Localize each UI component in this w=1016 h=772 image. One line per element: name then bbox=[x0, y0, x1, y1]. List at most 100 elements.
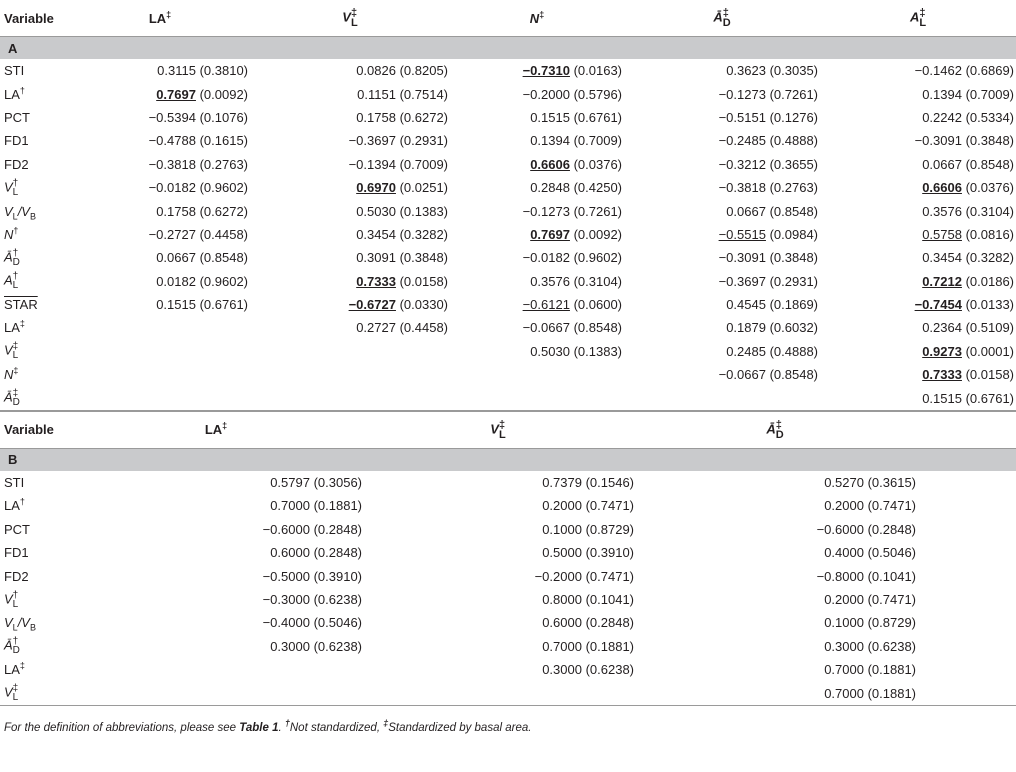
table-cell: 0.0182 (0.9602) bbox=[70, 270, 250, 293]
table-cell: −0.5151 (0.1276) bbox=[624, 106, 820, 129]
row-label-text: LA bbox=[4, 662, 20, 678]
table-cell: −0.5000 (0.3910) bbox=[70, 564, 362, 587]
column-header-scripts: ‡ L bbox=[919, 8, 926, 29]
column-header-sup: ‡ bbox=[166, 9, 172, 20]
row-label-text: V bbox=[4, 179, 13, 195]
cell-coefficient: −0.6121 bbox=[522, 297, 570, 313]
column-header-base: LA bbox=[204, 422, 223, 438]
cell-p-value: (0.3810) bbox=[199, 63, 248, 79]
cell-coefficient: 0.1394 bbox=[922, 86, 962, 102]
cell-coefficient: 0.2000 bbox=[824, 592, 864, 607]
cell-coefficient: −0.6727 bbox=[348, 297, 396, 313]
cell-p-value: (0.5796) bbox=[573, 86, 622, 102]
table-cell: 0.1758 (0.6272) bbox=[70, 199, 250, 222]
table-cell: 0.3000 (0.6238) bbox=[362, 658, 634, 681]
cell-p-value: (0.0158) bbox=[965, 367, 1014, 383]
cell-p-value: (0.5334) bbox=[965, 109, 1014, 125]
row-label-text: N bbox=[4, 367, 14, 383]
cell-coefficient: 0.4545 bbox=[726, 297, 766, 313]
row-label: VL/VB bbox=[0, 199, 70, 222]
cell-p-value: (0.1383) bbox=[399, 203, 448, 219]
table-cell: 0.7000 (0.1881) bbox=[634, 658, 916, 681]
table-row: STAR 0.1515 (0.6761) −0.6727 (0.0330) −0.61… bbox=[0, 293, 1016, 316]
column-header-1: LA‡ bbox=[70, 411, 362, 448]
table-row: Ā ‡ D 0.1515 (0.6761) bbox=[0, 386, 1016, 411]
cell-coefficient: 0.5270 bbox=[824, 475, 864, 491]
cell-p-value: (0.1546) bbox=[585, 475, 634, 491]
table-cell: 0.1879 (0.6032) bbox=[624, 316, 820, 339]
row-label: V † L bbox=[0, 176, 70, 199]
cell-coefficient: 0.3623 bbox=[726, 63, 766, 79]
column-header-sup: ‡ bbox=[222, 421, 228, 432]
cell-spacer bbox=[916, 564, 1016, 587]
table-cell: 0.4545 (0.1869) bbox=[624, 293, 820, 316]
cell-coefficient: 0.5000 bbox=[542, 545, 582, 561]
table-row: A † L 0.0182 (0.9602) 0.7333 (0.0158) 0.3576 … bbox=[0, 270, 1016, 293]
cell-p-value: (0.2848) bbox=[585, 615, 634, 631]
table-row: VL/VB 0.1758 (0.6272) 0.5030 (0.1383) −0.12… bbox=[0, 199, 1016, 222]
cell-coefficient: 0.1758 bbox=[156, 203, 196, 219]
table-cell: 0.8000 (0.1041) bbox=[362, 588, 634, 611]
cell-p-value: (0.2848) bbox=[867, 521, 916, 537]
cell-coefficient: −0.5515 bbox=[718, 226, 766, 242]
column-header-scripts: ‡ D bbox=[723, 8, 731, 29]
row-label-text: STI bbox=[4, 475, 25, 491]
table-cell: 0.3576 (0.3104) bbox=[450, 270, 624, 293]
cell-p-value: (0.2763) bbox=[199, 156, 248, 172]
cell-coefficient: −0.6000 bbox=[816, 521, 864, 537]
cell-p-value: (0.0984) bbox=[769, 226, 818, 242]
cell-p-value: (0.6272) bbox=[199, 203, 248, 219]
table-cell: 0.1151 (0.7514) bbox=[250, 82, 450, 105]
table-cell: 0.3000 (0.6238) bbox=[70, 635, 362, 658]
table-cell: 0.5000 (0.3910) bbox=[362, 541, 634, 564]
cell-coefficient: −0.4000 bbox=[262, 615, 310, 631]
table-cell: 0.5030 (0.1383) bbox=[450, 340, 624, 363]
table-cell: −0.6121 (0.0600) bbox=[450, 293, 624, 316]
row-label-scripts: † D bbox=[13, 637, 20, 656]
cell-coefficient: −0.1462 bbox=[914, 63, 962, 79]
row-label-scripts: † L bbox=[12, 178, 19, 198]
cell-p-value: (0.7471) bbox=[585, 498, 634, 514]
column-header-sup: ‡ bbox=[539, 9, 545, 20]
table-cell: −0.2000 (0.5796) bbox=[450, 82, 624, 105]
column-header-scripts: ‡ L bbox=[498, 419, 506, 441]
table-cell: −0.1273 (0.7261) bbox=[450, 199, 624, 222]
row-label: VL/VB bbox=[0, 611, 70, 634]
table-cell: −0.3697 (0.2931) bbox=[250, 129, 450, 152]
cell-p-value: (0.0816) bbox=[965, 226, 1014, 242]
table-cell: −0.3697 (0.2931) bbox=[624, 270, 820, 293]
column-header-3: Ā ‡ D bbox=[634, 411, 916, 448]
cell-coefficient: 0.7333 bbox=[922, 367, 962, 383]
table-row: Ā † D 0.0667 (0.8548) 0.3091 (0.3848) −0.0182… bbox=[0, 246, 1016, 269]
row-label-sub: L bbox=[12, 186, 19, 198]
row-label-scripts: ‡ D bbox=[13, 389, 20, 408]
cell-spacer bbox=[916, 611, 1016, 634]
cell-p-value: (0.5109) bbox=[965, 320, 1014, 336]
table-cell: −0.7454 (0.0133) bbox=[820, 293, 1016, 316]
table-row: V ‡ L 0.5030 (0.1383) 0.2485 (0.4888) 0.9273 … bbox=[0, 340, 1016, 363]
cell-p-value: (0.5046) bbox=[867, 545, 916, 561]
table-cell: 0.2848 (0.4250) bbox=[450, 176, 624, 199]
cell-p-value: (0.7471) bbox=[867, 592, 916, 607]
column-header-sub: L bbox=[498, 428, 506, 441]
cell-p-value: (0.4888) bbox=[769, 343, 818, 359]
table-row: LA† 0.7000 (0.1881) 0.2000 (0.7471) 0.2000 … bbox=[0, 494, 1016, 517]
cell-p-value: (0.6761) bbox=[199, 297, 248, 313]
table-cell: 0.0667 (0.8548) bbox=[624, 199, 820, 222]
table-cell: 0.2727 (0.4458) bbox=[250, 316, 450, 339]
table-cell: −0.3818 (0.2763) bbox=[624, 176, 820, 199]
cell-coefficient: 0.1151 bbox=[357, 86, 396, 102]
section-row: B bbox=[0, 448, 1016, 471]
cell-coefficient: 0.5030 bbox=[530, 343, 570, 359]
row-label-sub: L bbox=[12, 280, 19, 292]
cell-coefficient: 0.7212 bbox=[922, 273, 962, 289]
table-cell: 0.2000 (0.7471) bbox=[362, 494, 634, 517]
row-label-text: PCT bbox=[4, 109, 30, 125]
cell-coefficient: −0.5000 bbox=[262, 568, 310, 584]
column-header-3: N‡ bbox=[450, 0, 624, 37]
cell-coefficient: −0.1273 bbox=[522, 203, 570, 219]
cell-coefficient: 0.5797 bbox=[270, 475, 310, 491]
table-row: STI 0.3115 (0.3810) 0.0826 (0.8205) −0.7310… bbox=[0, 59, 1016, 82]
cell-p-value: (0.3910) bbox=[585, 545, 634, 561]
table-cell bbox=[70, 386, 250, 410]
